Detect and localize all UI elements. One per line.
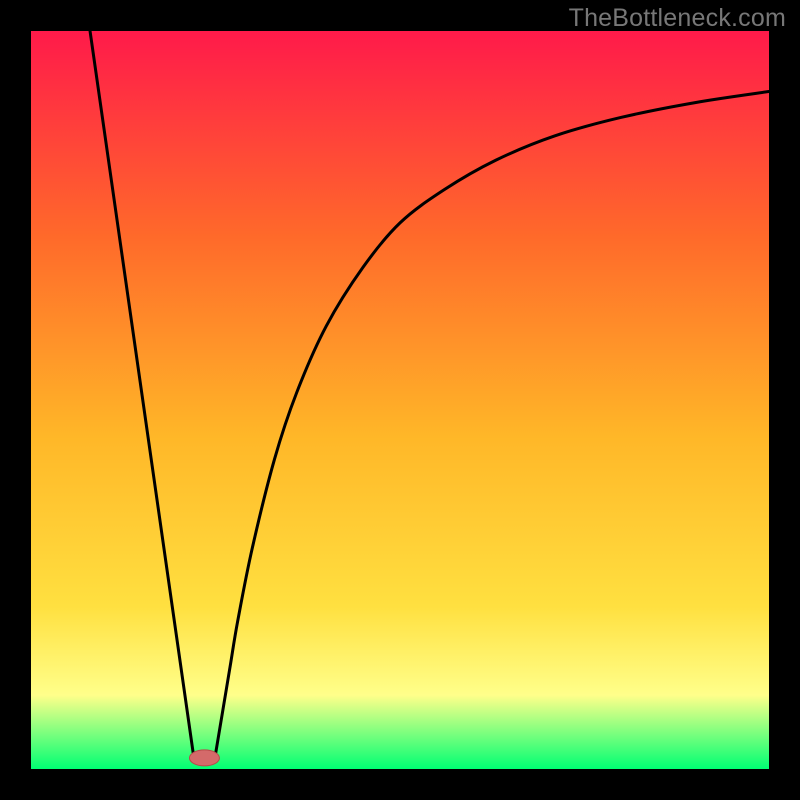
chart-frame: TheBottleneck.com (0, 0, 800, 800)
watermark-text: TheBottleneck.com (569, 4, 786, 33)
plot-area (31, 31, 769, 769)
bottleneck-curve-chart (31, 31, 769, 769)
optimum-marker (189, 750, 219, 766)
